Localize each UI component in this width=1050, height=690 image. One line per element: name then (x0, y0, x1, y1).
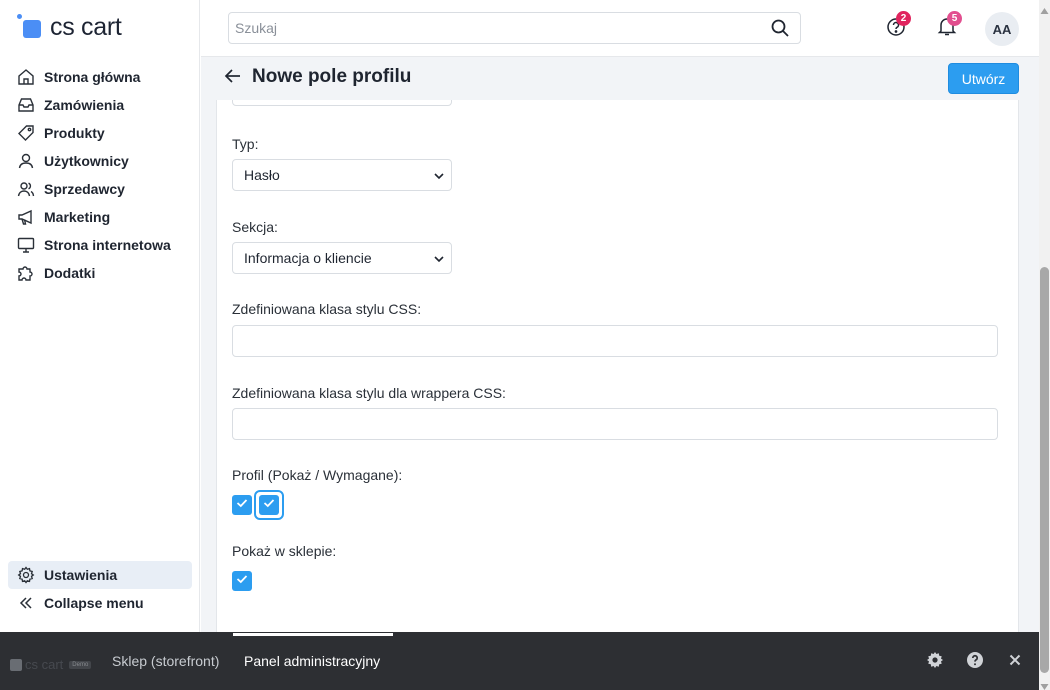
demo-badge: Demo (69, 660, 92, 669)
user-icon (16, 151, 36, 171)
sidebar-item-vendors[interactable]: Sprzedawcy (8, 175, 192, 203)
scrollbar-thumb[interactable] (1040, 267, 1049, 673)
scroll-down-arrow-icon[interactable] (1040, 678, 1049, 690)
collapse-menu-button[interactable]: Collapse menu (8, 589, 192, 617)
page-header: Nowe pole profilu Utwórz (201, 57, 1039, 100)
chevron-down-icon (433, 252, 445, 264)
sidebar-item-label: Sprzedawcy (44, 181, 125, 197)
profile-show-checkbox[interactable] (232, 495, 252, 515)
sidebar-bottom: Ustawienia Collapse menu (8, 561, 192, 617)
notifications-button[interactable]: 5 (933, 11, 962, 42)
sidebar-item-settings[interactable]: Ustawienia (8, 561, 192, 589)
wrapper-css-label: Zdefiniowana klasa stylu dla wrappera CS… (232, 385, 506, 401)
sidebar-item-addons[interactable]: Dodatki (8, 259, 192, 287)
help-button[interactable]: 2 (882, 11, 911, 42)
logo-text: cs cart (50, 12, 122, 41)
search-box (228, 12, 801, 44)
create-button[interactable]: Utwórz (948, 63, 1019, 94)
bottom-logo: cs cart Demo (10, 657, 92, 672)
tab-admin-panel[interactable]: Panel administracyjny (244, 653, 380, 669)
scroll-up-arrow-icon[interactable] (1040, 2, 1049, 14)
inbox-icon (16, 95, 36, 115)
sidebar-item-label: Użytkownicy (44, 153, 129, 169)
sidebar-item-orders[interactable]: Zamówienia (8, 91, 192, 119)
monitor-icon (16, 235, 36, 255)
sidebar-item-home[interactable]: Strona główna (8, 63, 192, 91)
page-title: Nowe pole profilu (252, 66, 412, 87)
profile-required-checkbox[interactable] (259, 495, 279, 515)
help-badge: 2 (896, 11, 911, 26)
css-class-label: Zdefiniowana klasa stylu CSS: (232, 301, 422, 317)
sidebar-item-website[interactable]: Strona internetowa (8, 231, 192, 259)
avatar[interactable]: AA (985, 12, 1019, 46)
back-button[interactable] (221, 66, 245, 90)
sidebar-item-label: Ustawienia (44, 567, 118, 583)
tag-icon (16, 123, 36, 143)
search-icon[interactable] (760, 13, 800, 43)
check-icon (235, 496, 249, 515)
bottom-bar: cs cart Demo Sklep (storefront) Panel ad… (0, 632, 1039, 690)
gear-icon (926, 651, 944, 674)
section-label: Sekcja: (232, 219, 278, 235)
puzzle-icon (16, 263, 36, 283)
bottom-settings-button[interactable] (925, 651, 945, 674)
sidebar-item-label: Collapse menu (44, 595, 144, 611)
home-icon (16, 67, 36, 87)
storefront-checkbox[interactable] (232, 571, 252, 591)
close-icon (1008, 653, 1022, 672)
sidebar-item-users[interactable]: Użytkownicy (8, 147, 192, 175)
sidebar-item-label: Strona główna (44, 69, 141, 85)
sidebar-item-label: Produkty (44, 125, 105, 141)
check-icon (262, 496, 276, 515)
logo-mark-icon (17, 14, 43, 40)
users-icon (16, 179, 36, 199)
check-icon (235, 572, 249, 591)
top-header: 2 5 AA (201, 0, 1039, 57)
bottom-help-button[interactable] (965, 651, 985, 674)
tab-storefront[interactable]: Sklep (storefront) (112, 653, 219, 669)
section-select-value: Informacja o kliencie (244, 250, 372, 266)
type-select-value: Hasło (244, 167, 280, 183)
help-icon (966, 651, 984, 674)
sidebar-item-label: Marketing (44, 209, 111, 225)
wrapper-css-input[interactable] (232, 408, 998, 440)
double-chevron-left-icon (16, 593, 36, 613)
logo[interactable]: cs cart (17, 12, 122, 42)
sidebar-item-marketing[interactable]: Marketing (8, 203, 192, 231)
form-card: Typ: Hasło Sekcja: Informacja o kliencie… (216, 100, 1019, 632)
type-label: Typ: (232, 136, 259, 152)
chevron-down-icon (433, 169, 445, 181)
section-select[interactable]: Informacja o kliencie (232, 242, 452, 274)
bottom-close-button[interactable] (1005, 652, 1025, 672)
logo-mark-icon (10, 658, 22, 671)
sidebar-item-label: Dodatki (44, 265, 96, 281)
sidebar: cs cart Strona główna Zamówienia Produkt… (0, 0, 200, 632)
sidebar-item-products[interactable]: Produkty (8, 119, 192, 147)
megaphone-icon (16, 207, 36, 227)
bottom-logo-text: cs cart (25, 657, 64, 672)
gear-icon (16, 565, 36, 585)
main-content: Typ: Hasło Sekcja: Informacja o kliencie… (201, 100, 1039, 632)
profile-label: Profil (Pokaż / Wymagane): (232, 467, 403, 483)
search-input[interactable] (229, 13, 760, 43)
sidebar-nav: Strona główna Zamówienia Produkty Użytko… (8, 63, 192, 287)
arrow-left-icon (224, 67, 242, 90)
notifications-badge: 5 (947, 11, 962, 26)
sidebar-item-label: Strona internetowa (44, 237, 171, 253)
previous-field-input[interactable] (232, 100, 452, 106)
type-select[interactable]: Hasło (232, 159, 452, 191)
css-class-input[interactable] (232, 325, 998, 357)
storefront-label: Pokaż w sklepie: (232, 543, 337, 559)
sidebar-item-label: Zamówienia (44, 97, 125, 113)
active-tab-indicator (233, 633, 393, 636)
